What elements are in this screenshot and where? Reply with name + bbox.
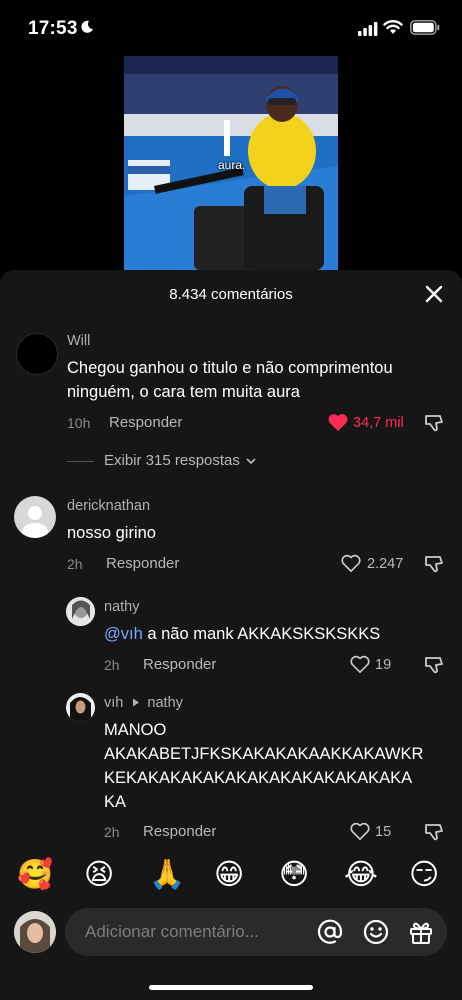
comment-input[interactable]: Adicionar comentário... <box>65 908 447 956</box>
heart-outline-icon[interactable] <box>349 654 371 674</box>
mention-at-icon[interactable] <box>317 919 343 945</box>
thumbs-down-icon[interactable] <box>424 413 444 433</box>
reply-text: MANOO AKAKABETJFKSKAKAKAKAAKKAKAWKR KEKA… <box>104 718 454 814</box>
chevron-down-icon <box>246 458 256 465</box>
reply-text-line: KA <box>104 793 127 811</box>
view-replies-button[interactable]: Exibir 315 respostas <box>104 452 256 469</box>
reply-button[interactable]: Responder <box>109 414 182 431</box>
comment-timestamp: 10h <box>67 415 91 431</box>
home-indicator[interactable] <box>149 985 313 990</box>
comment-username[interactable]: Will <box>67 333 90 349</box>
comments-count-title: 8.434 comentários <box>169 286 293 303</box>
wifi-icon <box>383 20 403 34</box>
emoji-picker-icon[interactable] <box>363 919 389 945</box>
emoji-pray-button[interactable]: 🙏 <box>149 858 185 892</box>
mention-link[interactable]: @vıh <box>104 625 143 643</box>
emoji-joy-button[interactable]: 😂 <box>344 858 378 892</box>
avatar[interactable] <box>66 597 95 626</box>
close-icon[interactable] <box>424 284 444 304</box>
like-count: 34,7 mil <box>353 415 404 431</box>
emoji-smiling-hearts-button[interactable]: 🥰 <box>17 858 53 892</box>
comment-timestamp: 2h <box>67 556 83 572</box>
battery-icon <box>410 20 440 35</box>
thumbs-down-icon[interactable] <box>424 554 444 574</box>
my-avatar <box>14 911 56 953</box>
view-replies-label: Exibir 315 respostas <box>104 452 240 469</box>
reply-username: vıh nathy <box>104 695 183 711</box>
user-photo <box>66 693 95 722</box>
avatar[interactable] <box>16 333 58 375</box>
reply-timestamp: 2h <box>104 657 120 673</box>
comment-username[interactable]: dericknathan <box>67 498 150 514</box>
reply-text-line: KEKAKAKAKAKAKAKAKAKAKAKAKAKA <box>104 769 413 787</box>
like-count: 19 <box>375 657 392 673</box>
reply-text-line: AKAKABETJFKSKAKAKAKAAKKAKAWKR <box>104 745 424 763</box>
avatar[interactable] <box>66 693 95 722</box>
reply-target[interactable]: nathy <box>147 695 182 711</box>
clock: 17:53 <box>28 18 78 39</box>
reply-button[interactable]: Responder <box>143 823 216 840</box>
like-count: 15 <box>375 824 392 840</box>
like-count: 2.247 <box>367 556 404 572</box>
reply-button[interactable]: Responder <box>143 656 216 673</box>
reply-button[interactable]: Responder <box>106 555 179 572</box>
caret-right-icon <box>133 698 140 707</box>
comment-input-placeholder: Adicionar comentário... <box>85 922 259 941</box>
moon-icon <box>81 20 93 33</box>
emoji-smirk-button[interactable]: 😏 <box>409 858 439 892</box>
user-photo <box>14 911 56 953</box>
emoji-flushed-button[interactable]: 😳 <box>279 858 309 892</box>
emoji-tired-button[interactable]: 😫 <box>84 858 114 892</box>
reply-username[interactable]: nathy <box>104 599 139 615</box>
avatar[interactable] <box>14 496 56 538</box>
reply-text: @vıh a não mank AKKAKSKSKSKKS <box>104 622 380 646</box>
gift-icon[interactable] <box>408 919 434 945</box>
comment-text: Chegou ganhou o titulo e não comprimento… <box>67 359 393 401</box>
comment-text: nosso girino <box>67 524 156 542</box>
heart-outline-icon[interactable] <box>349 821 371 841</box>
reply-text-line: MANOO <box>104 721 167 739</box>
cellular-signal-icon <box>358 22 378 36</box>
video-caption: aura. <box>218 158 246 172</box>
emoji-grin-button[interactable]: 😁 <box>214 858 244 892</box>
status-bar: 17:53 <box>0 0 462 56</box>
heart-outline-icon[interactable] <box>340 553 362 573</box>
reply-author[interactable]: vıh <box>104 695 123 711</box>
user-photo <box>66 597 95 626</box>
thumbs-down-icon[interactable] <box>424 822 444 842</box>
default-avatar-icon <box>22 506 48 538</box>
heart-filled-icon[interactable] <box>327 412 349 432</box>
reply-timestamp: 2h <box>104 824 120 840</box>
reply-text-body: a não mank AKKAKSKSKSKKS <box>142 625 381 643</box>
thumbs-down-icon[interactable] <box>424 655 444 675</box>
divider <box>67 461 94 462</box>
